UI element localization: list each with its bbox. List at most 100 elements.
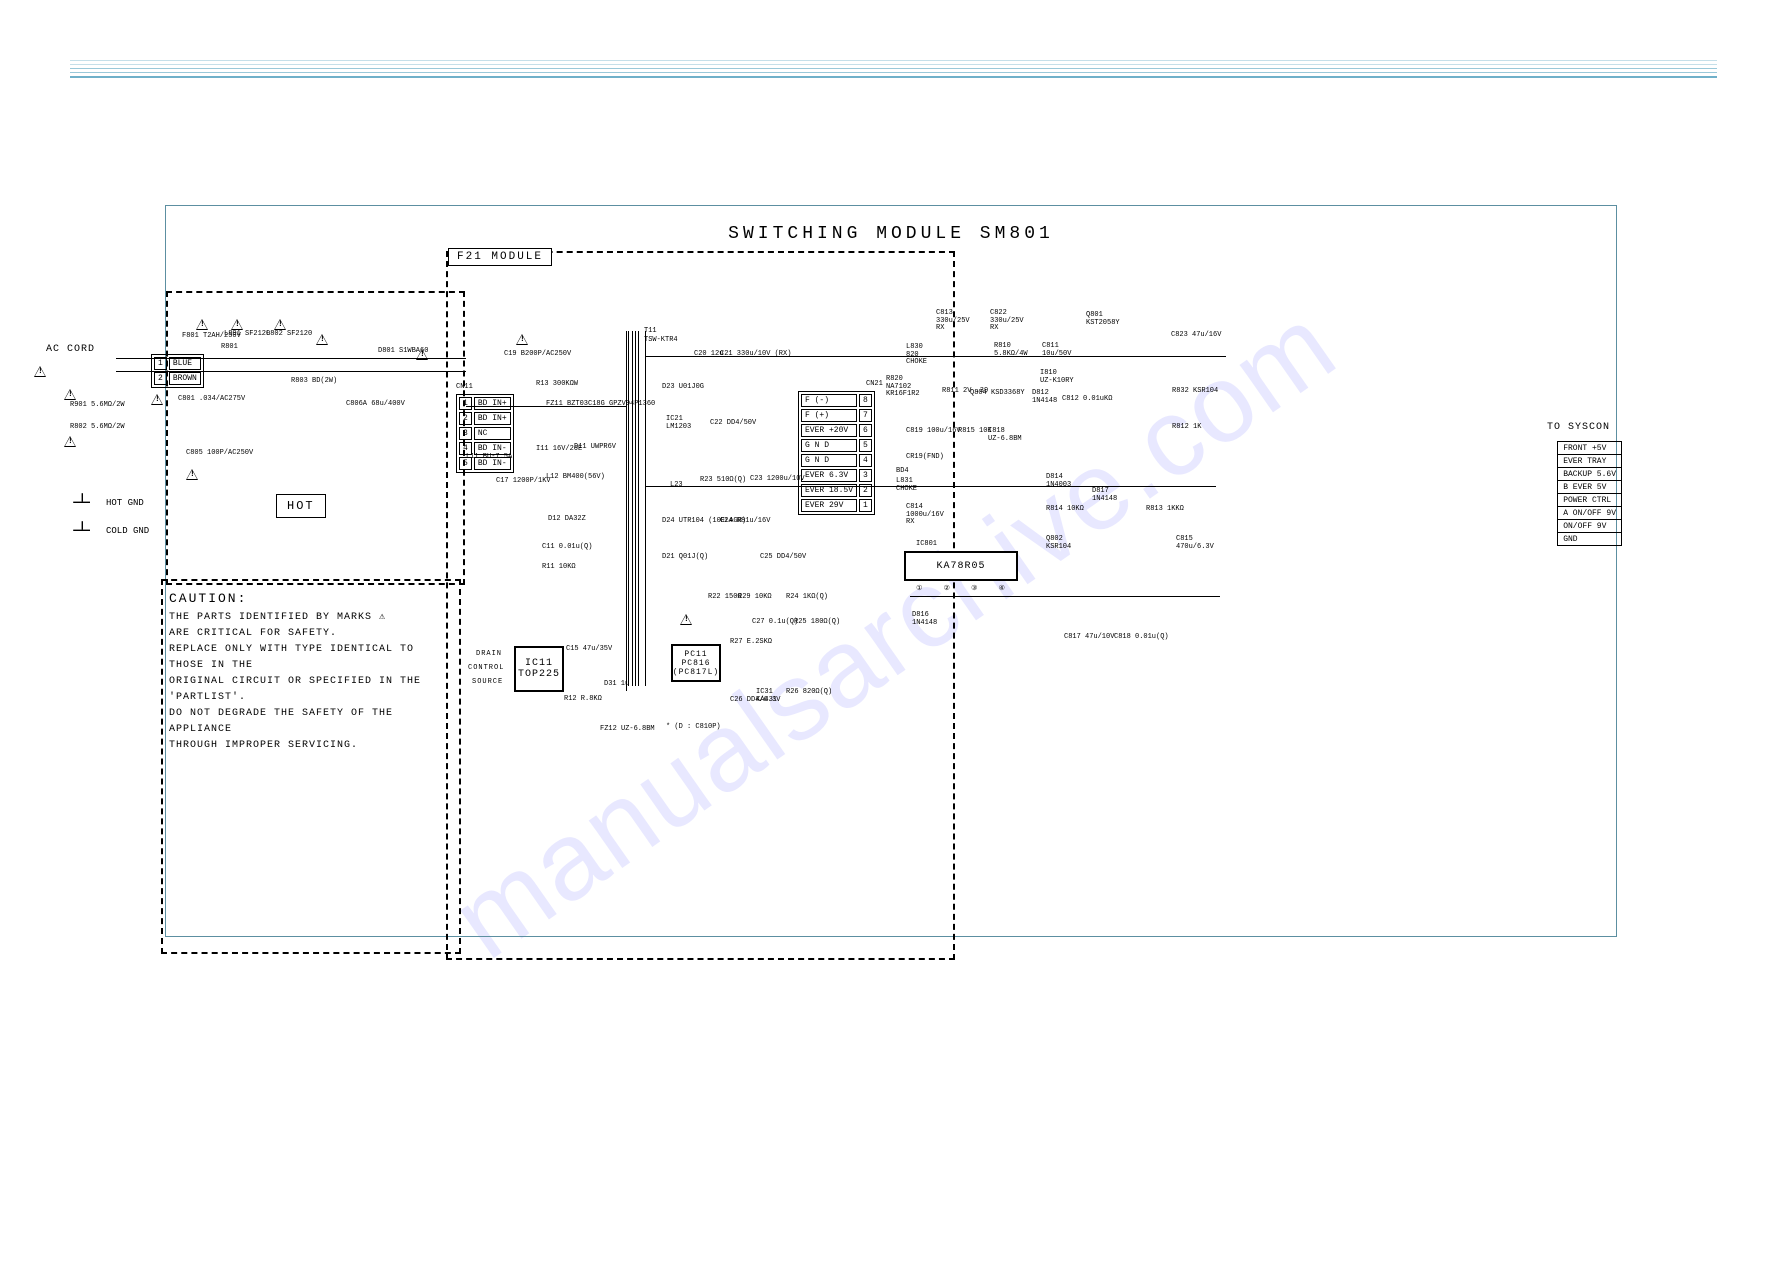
conn-pin: 1: [859, 499, 872, 512]
hot-box: HOT: [276, 494, 326, 518]
comp-L23: L23: [670, 482, 683, 490]
caution-heading: CAUTION:: [169, 591, 453, 606]
ic11-pin-ctrl: CONTROL: [468, 664, 504, 672]
comp-L802: L802 SF2120: [266, 331, 312, 339]
conn-pin: 3: [859, 469, 872, 482]
comp-C23: C23 1200u/10V: [750, 476, 805, 484]
schematic-frame: SWITCHING MODULE SM801 F21 MODULE CAUTIO…: [165, 205, 1617, 937]
comp-FZ12: FZ12 UZ-6.8BM: [600, 726, 655, 734]
d806-note: * (D : C810P): [666, 724, 721, 732]
conn-label: NC: [474, 427, 511, 440]
comp-R901: R901 5.6MΩ/2W: [70, 402, 125, 410]
hot-gnd-icon: [73, 493, 93, 513]
pc11-opto: PC11 PC816 (PC817L): [671, 644, 721, 682]
ic11-chip: IC11 TOP225 DRAIN CONTROL SOURCE: [514, 646, 564, 692]
conn-label: EVER 6.3V: [801, 469, 857, 482]
output-signal: ON/OFF 9V: [1558, 520, 1622, 533]
warning-icon: [316, 334, 328, 345]
output-signal: EVER TRAY: [1558, 455, 1622, 468]
output-signal: B EVER 5V: [1558, 481, 1622, 494]
comp-R24: R24 1KΩ(Q): [786, 594, 828, 602]
caution-line: ARE CRITICAL FOR SAFETY.: [169, 626, 453, 642]
warning-icon: [151, 394, 163, 405]
transformer-ref: T11: [644, 328, 657, 336]
comp-CR19FND: CR19(FND): [906, 454, 944, 462]
conn-label: BD IN+: [474, 397, 511, 410]
conn-label: BROWN: [169, 372, 201, 385]
comp-C21: C21 330u/10V (RX): [720, 351, 791, 359]
comp-C822: C822 330u/25V RX: [990, 310, 1024, 333]
warning-icon: [64, 389, 76, 400]
output-signal: BACKUP 5.6V: [1558, 468, 1622, 481]
comp-L831: L831 CHOKE: [896, 478, 917, 493]
comp-C814: C814 1000u/16V RX: [906, 504, 944, 527]
cold-gnd-label: COLD GND: [106, 526, 149, 536]
conn-pin: 2: [154, 372, 167, 385]
comp-R803: R803 BD(2W): [291, 378, 337, 386]
comp-Q802: Q802 KSR104: [1046, 536, 1071, 551]
comp-C819: C819 100u/16V: [906, 428, 961, 436]
conn-pin: 2: [459, 412, 472, 425]
comp-C806A: C806A 68u/400V: [346, 401, 405, 409]
comp-I810: I810 UZ-K10RY: [1040, 370, 1074, 385]
comp-R814: R814 10KΩ: [1046, 506, 1084, 514]
comp-C805: C805 100P/AC250V: [186, 450, 253, 458]
comp-R25: R25 180Ω(Q): [794, 619, 840, 627]
comp-Q804: Q804 KSD3368Y: [970, 390, 1025, 398]
conn-pin: 2: [859, 484, 872, 497]
transformer-pn: TSW-KTR4: [644, 337, 678, 345]
comp-D816: D816 1N4148: [912, 612, 937, 627]
conn-label: BLUE: [169, 357, 201, 370]
comp-R23: R23 510Ω(Q): [700, 477, 746, 485]
output-table: FRONT +5VEVER TRAYBACKUP 5.6VB EVER 5VPO…: [1557, 441, 1622, 546]
to-syscon-label: TO SYSCON: [1547, 422, 1610, 433]
conn-pin: 6: [859, 424, 872, 437]
comp-C15: C15 47u/35V: [566, 646, 612, 654]
caution-line: DO NOT DEGRADE THE SAFETY OF THE APPLIAN…: [169, 706, 453, 738]
comp-C811: C811 10u/50V: [1042, 343, 1071, 358]
ic801-chip: KA78R05 ①②③④: [904, 551, 1018, 581]
conn-pin: 8: [859, 394, 872, 407]
comp-R29: R29 10KΩ: [738, 594, 772, 602]
conn-label: G N D: [801, 454, 857, 467]
warning-icon: [680, 614, 692, 625]
cn21-table: F (-)8F (+)7EVER +20V6G N D5G N D4EVER 6…: [798, 391, 875, 515]
ic801-ref: IC801: [916, 541, 937, 549]
hot-gnd-label: HOT GND: [106, 498, 144, 508]
comp-C25: C25 DD4/50V: [760, 554, 806, 562]
comp-R812: R812 1K: [1172, 424, 1201, 432]
conn-label: F (+): [801, 409, 857, 422]
comp-I818: I818 UZ-6.8BM: [988, 428, 1022, 443]
comp-D11: D11 UWPR6V: [574, 444, 616, 452]
comp-C812: C812 0.01uKΩ: [1062, 396, 1112, 404]
warning-icon: [196, 319, 208, 330]
conn-pin: 4: [859, 454, 872, 467]
ic11-pin-drain: DRAIN: [476, 650, 502, 658]
ac-connector-table: 1BLUE2BROWN: [151, 354, 204, 388]
caution-box: CAUTION: THE PARTS IDENTIFIED BY MARKS ⚠…: [161, 579, 461, 954]
comp-R802: R802 5.6MΩ/2W: [70, 424, 125, 432]
conn-pin: 7: [859, 409, 872, 422]
warning-icon: [274, 319, 286, 330]
comp-C823: C823 47u/16V: [1171, 332, 1221, 340]
comp-R13: R13 300KΩW: [536, 381, 578, 389]
ic801-pins: ①②③④: [906, 584, 1016, 593]
comp-L11: L11 BU-7.5A: [466, 454, 512, 462]
cn11-ref: CN11: [456, 384, 473, 392]
comp-C22: C22 DD4/50V: [710, 420, 756, 428]
ic21-label: IC21 LM1203: [666, 416, 691, 431]
comp-R820: R820 NA7102 KR16F1R2: [886, 376, 920, 399]
conn-label: EVER +20V: [801, 424, 857, 437]
comp-C817: C817 47u/10V: [1064, 634, 1114, 642]
conn-pin: 5: [859, 439, 872, 452]
ac-cord-label: AC CORD: [46, 344, 95, 355]
comp-C26: C26 DD4/6.3V: [730, 697, 780, 705]
comp-D814: D814 1N4003: [1046, 474, 1071, 489]
ic11-label: IC11 TOP225: [518, 658, 560, 680]
comp-C801: C801 .034/AC275V: [178, 396, 245, 404]
comp-C815: C815 470u/6.3V: [1176, 536, 1214, 551]
caution-body: THE PARTS IDENTIFIED BY MARKS ⚠ ARE CRIT…: [169, 610, 453, 754]
warning-icon: [516, 334, 528, 345]
schematic-title: SWITCHING MODULE SM801: [728, 224, 1054, 244]
conn-pin: 1: [459, 397, 472, 410]
